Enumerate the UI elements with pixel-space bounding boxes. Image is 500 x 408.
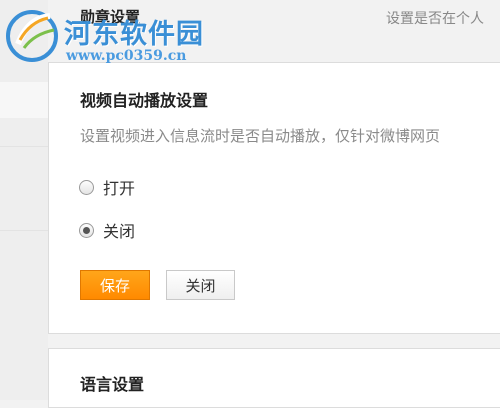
sidebar-divider	[0, 230, 48, 231]
watermark-site-name: 河东软件园	[64, 19, 204, 50]
watermark-site-url: www.pc0359.cn	[66, 48, 187, 64]
close-button[interactable]: 关闭	[166, 270, 235, 300]
radio-off-button[interactable]	[79, 222, 94, 238]
save-button[interactable]: 保存	[80, 270, 150, 300]
watermark-logo: 河东软件园 www.pc0359.cn	[4, 4, 234, 66]
badge-settings-description: 设置是否在个人	[386, 11, 484, 27]
language-settings-card: 语言设置	[48, 348, 500, 408]
radio-option-off[interactable]: 关闭	[79, 219, 135, 241]
radio-option-on[interactable]: 打开	[79, 176, 135, 198]
language-settings-title: 语言设置	[80, 375, 145, 394]
radio-on-label: 打开	[103, 179, 136, 198]
video-autoplay-title: 视频自动播放设置	[80, 91, 209, 110]
radio-off-label: 关闭	[103, 222, 136, 241]
radio-on-button[interactable]	[79, 179, 94, 195]
watermark-logo-icon	[6, 10, 58, 62]
sidebar-divider	[0, 146, 48, 147]
sidebar-item[interactable]	[0, 82, 48, 118]
video-autoplay-description: 设置视频进入信息流时是否自动播放，仅针对微博网页	[80, 127, 441, 145]
video-autoplay-settings-card: 视频自动播放设置 设置视频进入信息流时是否自动播放，仅针对微博网页 打开 关闭 …	[48, 62, 500, 334]
